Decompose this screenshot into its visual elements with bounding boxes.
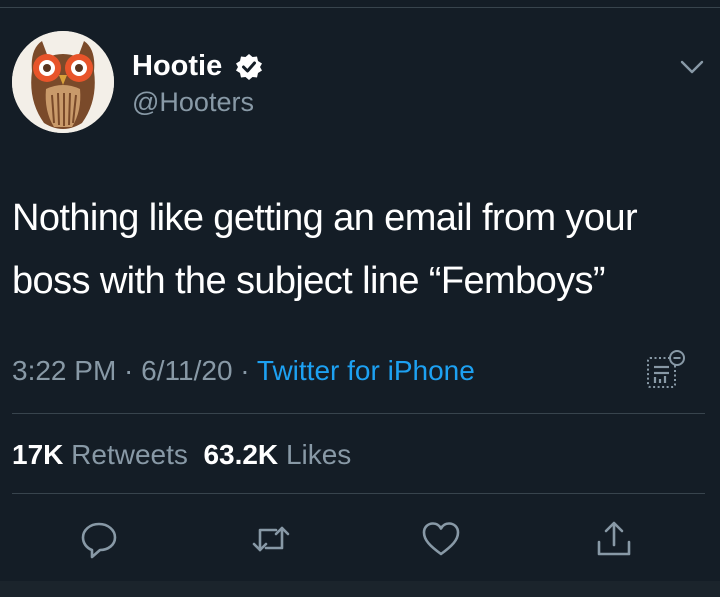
like-icon[interactable] (420, 518, 462, 560)
meta-separator: · (116, 355, 142, 386)
tweet-stats: 17K Retweets 63.2K Likes (12, 438, 351, 472)
retweets-stat[interactable]: 17K Retweets (12, 439, 188, 470)
avatar[interactable] (12, 31, 114, 133)
divider (12, 493, 705, 494)
retweets-count: 17K (12, 439, 64, 470)
bottom-bar (0, 581, 720, 597)
chevron-down-icon[interactable] (679, 58, 705, 76)
verified-badge-icon (236, 54, 262, 80)
tweet-date: 6/11/20 (141, 355, 233, 386)
tweet-meta: 3:22 PM · 6/11/20 · Twitter for iPhone (12, 354, 475, 388)
meta-separator: · (232, 355, 257, 386)
analytics-icon[interactable] (645, 348, 687, 390)
tweet-time: 3:22 PM (12, 355, 117, 386)
owl-avatar-icon (12, 31, 114, 133)
likes-stat[interactable]: 63.2K Likes (203, 439, 351, 470)
likes-count: 63.2K (203, 439, 279, 470)
tweet-source-link[interactable]: Twitter for iPhone (257, 355, 475, 386)
likes-label: Likes (285, 439, 352, 470)
retweets-label: Retweets (71, 439, 188, 470)
author-handle[interactable]: @Hooters (132, 85, 254, 119)
retweet-icon[interactable] (250, 518, 292, 560)
tweet-text: Nothing like getting an email from your … (12, 197, 638, 302)
share-icon[interactable] (593, 518, 635, 560)
reply-icon[interactable] (78, 518, 120, 560)
author-name[interactable]: Hootie (132, 48, 222, 84)
divider (12, 413, 705, 414)
top-divider (0, 7, 720, 8)
